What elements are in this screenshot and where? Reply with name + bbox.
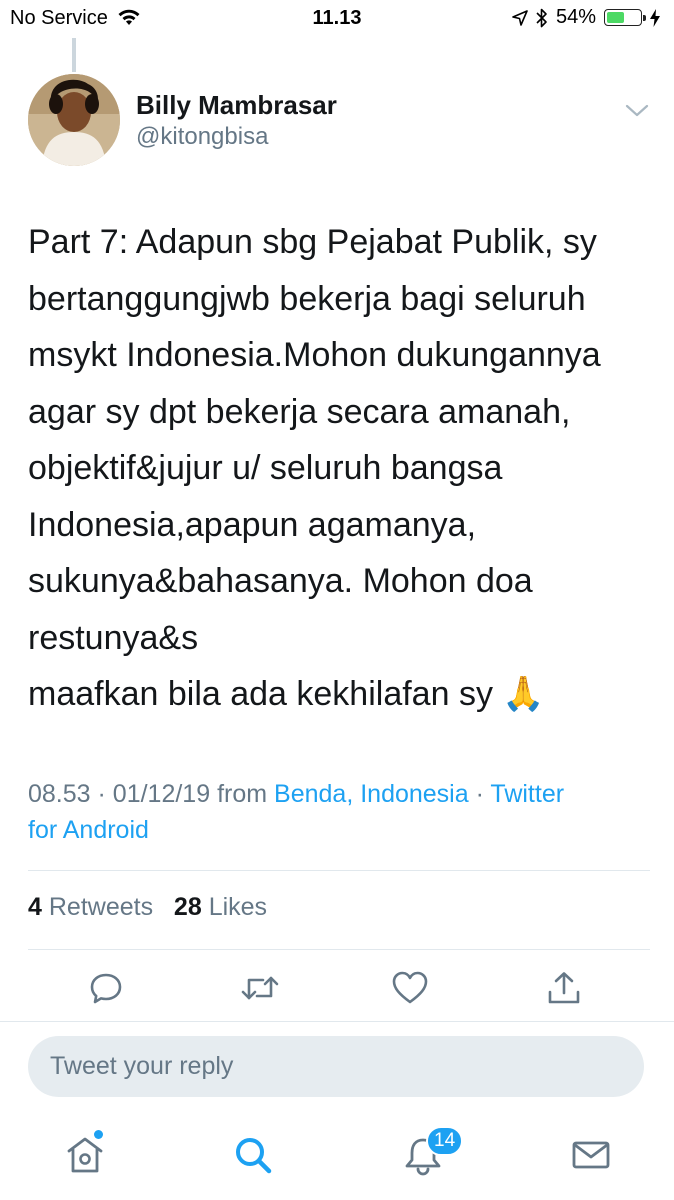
retweet-icon [241,976,279,1000]
avatar-image [28,74,120,166]
bluetooth-icon [536,8,547,27]
messages-icon [572,1141,610,1169]
tweet-date: 01/12/19 [112,780,211,808]
divider [28,870,650,871]
tweet-text-line: bertanggungjwb bekerja bagi seluruh [28,279,586,318]
meta-separator: · [475,780,484,808]
tweet-stats: 4 Retweets 28 Likes [28,893,267,922]
tweet-text: Part 7: Adapun sbg Pejabat Publik, sy be… [28,214,658,723]
home-icon [67,1137,103,1173]
tab-search[interactable] [228,1130,278,1180]
thread-connector-line [72,38,76,72]
tweet-text-line: objektif&jujur u/ seluruh bangsa [28,449,503,487]
divider [28,949,650,950]
chevron-down-icon[interactable] [622,100,652,120]
share-button[interactable] [542,966,586,1010]
status-right: 54% [512,6,660,29]
folded-hands-emoji: 🙏 [502,675,545,713]
battery-fill [607,12,624,23]
tweet-text-line: sukunya&bahasanya. Mohon doa [28,562,533,600]
home-new-indicator [94,1130,103,1139]
location-arrow-icon [512,9,528,26]
tweet-meta: 08.53 · 01/12/19 from Benda, Indonesia ·… [28,776,638,848]
author-name[interactable]: Billy Mambrasar [136,90,337,121]
tweet-text-line: restunya&s [28,618,199,657]
divider [0,1021,674,1022]
charging-bolt-icon [650,8,660,27]
avatar[interactable] [28,74,120,166]
reply-placeholder: Tweet your reply [50,1052,234,1080]
meta-separator: · [97,780,106,808]
search-icon [236,1138,272,1174]
battery-percent: 54% [555,6,596,28]
share-icon [548,972,580,1004]
location-link[interactable]: Benda, Indonesia [274,780,469,808]
tab-home[interactable] [60,1130,110,1180]
like-button[interactable] [388,966,432,1010]
reply-input[interactable]: Tweet your reply [28,1036,644,1097]
battery-icon [604,9,646,26]
tweet-text-line: agar sy dpt bekerja secara amanah, [28,392,571,431]
tweet-text-line: Part 7: Adapun sbg Pejabat Publik, sy [28,223,597,261]
tweet-time: 08.53 [28,780,91,808]
like-icon [392,971,428,1004]
tweet-text-line: maafkan bila ada kekhilafan sy 🙏 [28,675,545,713]
status-bar: No Service 11.13 54% [0,0,674,38]
retweets-stat[interactable]: 4 Retweets [28,893,153,921]
notifications-badge: 14 [426,1126,464,1156]
tab-messages[interactable] [566,1130,616,1180]
tweet-text-line: Indonesia,apapun agamanya, [28,505,477,544]
author-handle[interactable]: @kitongbisa [136,123,268,151]
from-label: from [217,780,268,808]
reply-button[interactable] [84,966,128,1010]
tweet-text-line: msykt Indonesia.Mohon dukungannya [28,336,601,374]
likes-stat[interactable]: 28 Likes [174,893,267,921]
retweet-button[interactable] [238,966,282,1010]
reply-icon [90,973,122,1004]
